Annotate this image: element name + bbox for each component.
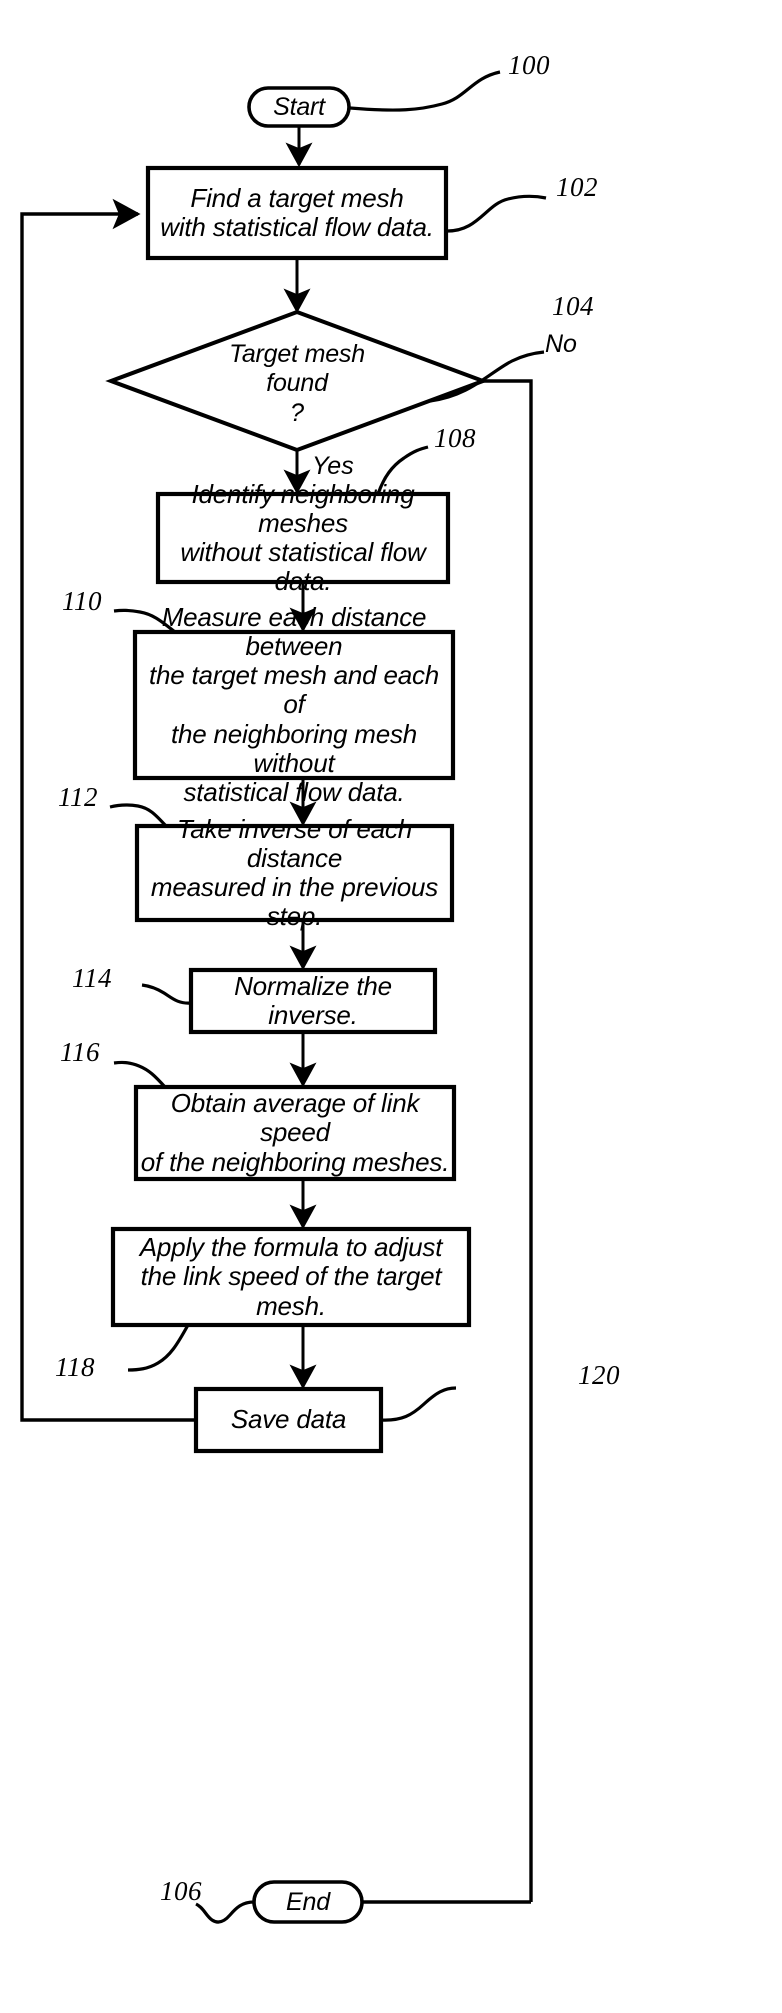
flowchart-graphics	[20, 70, 547, 1924]
leader-120	[380, 1386, 457, 1422]
node-normalize-shape	[188, 967, 438, 1035]
ref-label-100: 100	[508, 50, 550, 80]
node-decision-shape	[105, 309, 489, 453]
leader-106	[195, 1900, 255, 1924]
ref-label-120: 120	[578, 1360, 620, 1390]
ref-label-112: 112	[58, 782, 98, 812]
ref-label-118: 118	[55, 1352, 95, 1382]
ref-label-102: 102	[556, 172, 598, 202]
ref-label-106: 106	[160, 1876, 202, 1906]
leader-118	[130, 1325, 188, 1869]
ref-label-116: 116	[60, 1037, 100, 1067]
node-average-shape	[133, 1084, 457, 1182]
edge-feedback-loop	[20, 198, 196, 1422]
branch-label-yes: Yes	[312, 452, 354, 480]
leader-100	[349, 70, 501, 112]
ref-label-110: 110	[62, 586, 102, 616]
node-end-shape	[252, 1880, 364, 1924]
edge-no-branch	[483, 379, 533, 1902]
leader-108	[376, 445, 429, 495]
node-find-target-shape	[145, 165, 449, 261]
node-start-shape	[247, 86, 351, 128]
leader-116	[113, 1060, 167, 1089]
node-apply-shape	[110, 1226, 472, 1328]
leader-114	[141, 983, 192, 1005]
node-inverse-shape	[134, 823, 455, 923]
leader-110	[113, 608, 176, 634]
node-identify-shape	[155, 491, 451, 585]
flowchart-canvas: Start 100 Find a target mesh with statis…	[0, 0, 782, 2013]
leader-112	[109, 803, 168, 828]
node-save-shape	[193, 1386, 384, 1454]
branch-label-no: No	[545, 330, 577, 358]
ref-label-108: 108	[434, 423, 476, 453]
ref-label-114: 114	[72, 963, 112, 993]
leader-118-visible	[127, 1324, 190, 1372]
leader-102	[445, 194, 547, 233]
ref-label-104: 104	[552, 291, 594, 321]
node-measure-shape	[132, 629, 456, 781]
